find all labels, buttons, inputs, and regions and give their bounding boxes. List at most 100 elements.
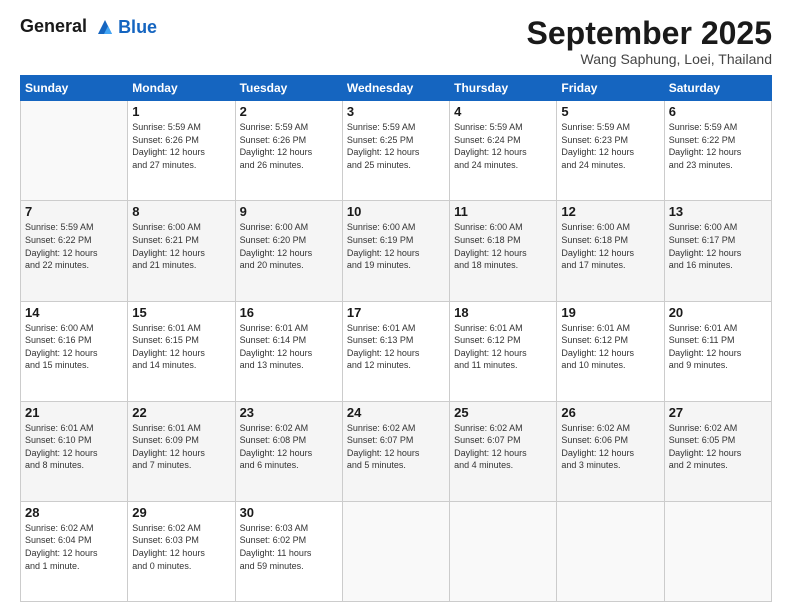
day-info: Sunrise: 6:01 AM Sunset: 6:14 PM Dayligh…: [240, 322, 338, 372]
logo-text-blue: Blue: [118, 17, 157, 38]
day-info: Sunrise: 6:01 AM Sunset: 6:15 PM Dayligh…: [132, 322, 230, 372]
calendar-cell: 15 Sunrise: 6:01 AM Sunset: 6:15 PM Dayli…: [128, 301, 235, 401]
day-number: 25: [454, 405, 552, 420]
day-info: Sunrise: 5:59 AM Sunset: 6:23 PM Dayligh…: [561, 121, 659, 171]
calendar-cell: 30 Sunrise: 6:03 AM Sunset: 6:02 PM Dayli…: [235, 501, 342, 601]
col-wednesday: Wednesday: [342, 76, 449, 101]
calendar-cell: 6 Sunrise: 5:59 AM Sunset: 6:22 PM Daylig…: [664, 101, 771, 201]
day-info: Sunrise: 6:00 AM Sunset: 6:21 PM Dayligh…: [132, 221, 230, 271]
day-number: 28: [25, 505, 123, 520]
day-info: Sunrise: 6:01 AM Sunset: 6:10 PM Dayligh…: [25, 422, 123, 472]
calendar-cell: 27 Sunrise: 6:02 AM Sunset: 6:05 PM Dayli…: [664, 401, 771, 501]
calendar-cell: 24 Sunrise: 6:02 AM Sunset: 6:07 PM Dayli…: [342, 401, 449, 501]
title-block: September 2025 Wang Saphung, Loei, Thail…: [527, 16, 772, 67]
calendar-cell: 2 Sunrise: 5:59 AM Sunset: 6:26 PM Daylig…: [235, 101, 342, 201]
calendar-cell: 25 Sunrise: 6:02 AM Sunset: 6:07 PM Dayli…: [450, 401, 557, 501]
day-number: 9: [240, 204, 338, 219]
calendar-cell: 5 Sunrise: 5:59 AM Sunset: 6:23 PM Daylig…: [557, 101, 664, 201]
location-subtitle: Wang Saphung, Loei, Thailand: [527, 51, 772, 67]
day-number: 22: [132, 405, 230, 420]
logo-text-general: General: [20, 16, 87, 36]
page-header: General Blue September 2025 Wang Saphung…: [20, 16, 772, 67]
calendar-cell: [557, 501, 664, 601]
day-number: 24: [347, 405, 445, 420]
day-number: 1: [132, 104, 230, 119]
calendar-cell: 10Sunrise: 6:00 AM Sunset: 6:19 PM Dayli…: [342, 201, 449, 301]
day-info: Sunrise: 6:02 AM Sunset: 6:06 PM Dayligh…: [561, 422, 659, 472]
day-number: 10: [347, 204, 445, 219]
day-number: 19: [561, 305, 659, 320]
col-thursday: Thursday: [450, 76, 557, 101]
calendar-cell: 23 Sunrise: 6:02 AM Sunset: 6:08 PM Dayli…: [235, 401, 342, 501]
calendar-cell: 4 Sunrise: 5:59 AM Sunset: 6:24 PM Daylig…: [450, 101, 557, 201]
calendar-cell: 3 Sunrise: 5:59 AM Sunset: 6:25 PM Daylig…: [342, 101, 449, 201]
day-number: 13: [669, 204, 767, 219]
month-title: September 2025: [527, 16, 772, 51]
calendar-cell: 26Sunrise: 6:02 AM Sunset: 6:06 PM Dayli…: [557, 401, 664, 501]
calendar-cell: 1Sunrise: 5:59 AM Sunset: 6:26 PM Daylig…: [128, 101, 235, 201]
day-info: Sunrise: 6:02 AM Sunset: 6:05 PM Dayligh…: [669, 422, 767, 472]
calendar-cell: [450, 501, 557, 601]
logo: General Blue: [20, 16, 157, 38]
day-info: Sunrise: 6:01 AM Sunset: 6:12 PM Dayligh…: [561, 322, 659, 372]
calendar-cell: [342, 501, 449, 601]
calendar-cell: 20 Sunrise: 6:01 AM Sunset: 6:11 PM Dayli…: [664, 301, 771, 401]
day-info: Sunrise: 6:01 AM Sunset: 6:11 PM Dayligh…: [669, 322, 767, 372]
day-info: Sunrise: 5:59 AM Sunset: 6:24 PM Dayligh…: [454, 121, 552, 171]
day-number: 30: [240, 505, 338, 520]
calendar-cell: 17 Sunrise: 6:01 AM Sunset: 6:13 PM Dayli…: [342, 301, 449, 401]
calendar-cell: 8 Sunrise: 6:00 AM Sunset: 6:21 PM Daylig…: [128, 201, 235, 301]
day-number: 14: [25, 305, 123, 320]
day-number: 8: [132, 204, 230, 219]
day-info: Sunrise: 5:59 AM Sunset: 6:25 PM Dayligh…: [347, 121, 445, 171]
day-number: 15: [132, 305, 230, 320]
day-info: Sunrise: 6:02 AM Sunset: 6:07 PM Dayligh…: [347, 422, 445, 472]
day-info: Sunrise: 5:59 AM Sunset: 6:22 PM Dayligh…: [25, 221, 123, 271]
day-info: Sunrise: 6:01 AM Sunset: 6:12 PM Dayligh…: [454, 322, 552, 372]
day-number: 20: [669, 305, 767, 320]
day-number: 21: [25, 405, 123, 420]
day-number: 27: [669, 405, 767, 420]
day-info: Sunrise: 5:59 AM Sunset: 6:26 PM Dayligh…: [240, 121, 338, 171]
calendar-cell: 22 Sunrise: 6:01 AM Sunset: 6:09 PM Dayli…: [128, 401, 235, 501]
calendar-header-row: Sunday Monday Tuesday Wednesday Thursday…: [21, 76, 772, 101]
day-number: 18: [454, 305, 552, 320]
calendar-cell: 16 Sunrise: 6:01 AM Sunset: 6:14 PM Dayli…: [235, 301, 342, 401]
day-info: Sunrise: 6:03 AM Sunset: 6:02 PM Dayligh…: [240, 522, 338, 572]
day-info: Sunrise: 6:02 AM Sunset: 6:03 PM Dayligh…: [132, 522, 230, 572]
day-info: Sunrise: 6:00 AM Sunset: 6:18 PM Dayligh…: [561, 221, 659, 271]
day-number: 4: [454, 104, 552, 119]
day-info: Sunrise: 6:00 AM Sunset: 6:20 PM Dayligh…: [240, 221, 338, 271]
calendar-cell: 12Sunrise: 6:00 AM Sunset: 6:18 PM Dayli…: [557, 201, 664, 301]
day-number: 16: [240, 305, 338, 320]
day-info: Sunrise: 6:02 AM Sunset: 6:08 PM Dayligh…: [240, 422, 338, 472]
day-number: 7: [25, 204, 123, 219]
day-number: 11: [454, 204, 552, 219]
calendar-cell: 9 Sunrise: 6:00 AM Sunset: 6:20 PM Daylig…: [235, 201, 342, 301]
col-monday: Monday: [128, 76, 235, 101]
logo-icon: [94, 16, 116, 38]
calendar-cell: 29 Sunrise: 6:02 AM Sunset: 6:03 PM Dayli…: [128, 501, 235, 601]
day-number: 5: [561, 104, 659, 119]
day-number: 3: [347, 104, 445, 119]
day-info: Sunrise: 6:02 AM Sunset: 6:04 PM Dayligh…: [25, 522, 123, 572]
day-info: Sunrise: 6:02 AM Sunset: 6:07 PM Dayligh…: [454, 422, 552, 472]
col-tuesday: Tuesday: [235, 76, 342, 101]
day-number: 29: [132, 505, 230, 520]
calendar-cell: [664, 501, 771, 601]
calendar-cell: 11 Sunrise: 6:00 AM Sunset: 6:18 PM Dayli…: [450, 201, 557, 301]
day-number: 6: [669, 104, 767, 119]
day-info: Sunrise: 5:59 AM Sunset: 6:22 PM Dayligh…: [669, 121, 767, 171]
col-saturday: Saturday: [664, 76, 771, 101]
day-info: Sunrise: 6:00 AM Sunset: 6:18 PM Dayligh…: [454, 221, 552, 271]
calendar-cell: 13Sunrise: 6:00 AM Sunset: 6:17 PM Dayli…: [664, 201, 771, 301]
day-number: 23: [240, 405, 338, 420]
day-info: Sunrise: 6:01 AM Sunset: 6:13 PM Dayligh…: [347, 322, 445, 372]
col-friday: Friday: [557, 76, 664, 101]
calendar-cell: 19 Sunrise: 6:01 AM Sunset: 6:12 PM Dayli…: [557, 301, 664, 401]
day-info: Sunrise: 6:01 AM Sunset: 6:09 PM Dayligh…: [132, 422, 230, 472]
day-number: 2: [240, 104, 338, 119]
day-number: 17: [347, 305, 445, 320]
calendar-cell: 14Sunrise: 6:00 AM Sunset: 6:16 PM Dayli…: [21, 301, 128, 401]
calendar-cell: 18 Sunrise: 6:01 AM Sunset: 6:12 PM Dayli…: [450, 301, 557, 401]
